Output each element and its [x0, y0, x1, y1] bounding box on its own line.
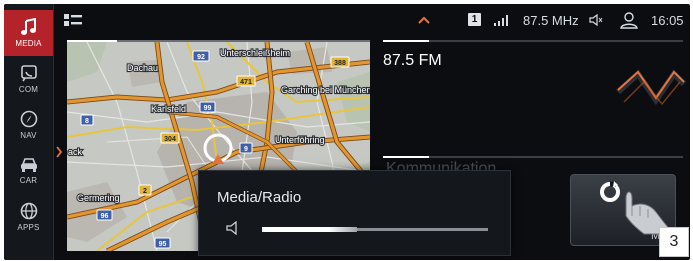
sidebar-item-apps[interactable]: APPS [4, 194, 53, 240]
road-shield: 9 [239, 142, 253, 154]
phone-icon [20, 65, 37, 82]
volume-slider-fill [262, 227, 357, 232]
radio-waveform-graphic [616, 69, 686, 106]
road-shield: 99 [199, 101, 216, 113]
car-icon [20, 158, 37, 172]
sidebar: MEDIA COM NAV CAR APPS [4, 4, 54, 260]
svg-text:99: 99 [204, 105, 212, 112]
globe-icon [20, 202, 37, 220]
sidebar-item-com[interactable]: COM [4, 56, 53, 102]
status-bar: 1 87.5 MHz 16:05 [53, 4, 690, 38]
chevron-right-icon[interactable] [55, 146, 63, 158]
svg-text:92: 92 [197, 54, 205, 61]
user-profile-icon[interactable] [619, 11, 639, 29]
road-shield: 304 [160, 132, 180, 144]
road-shield: 96 [96, 209, 113, 221]
radio-tile-header [383, 40, 683, 42]
map-label: Garching bei München [281, 85, 370, 95]
music-note-icon [20, 18, 36, 35]
road-shield: 92 [192, 50, 210, 62]
map-label: Unterföhring [275, 135, 325, 145]
road-shield: 8 [80, 114, 94, 126]
volume-slider[interactable] [262, 227, 488, 232]
speaker-icon[interactable] [589, 14, 603, 26]
station-name: 87.5 FM [383, 52, 442, 69]
svg-text:96: 96 [101, 213, 109, 220]
sidebar-item-car[interactable]: CAR [4, 148, 53, 194]
radio-widget[interactable]: 87.5 FM [380, 38, 686, 146]
sidebar-item-nav[interactable]: NAV [4, 102, 53, 148]
sidebar-item-label: CAR [19, 176, 38, 185]
signal-strength-icon [494, 15, 508, 26]
map-label: Karlsfeld [151, 104, 186, 114]
svg-text:8: 8 [85, 118, 89, 125]
figure-number: 3 [659, 227, 689, 257]
svg-text:9: 9 [244, 146, 248, 153]
chevron-up-icon[interactable] [418, 16, 430, 24]
preset-badge: 1 [468, 13, 481, 26]
speaker-icon [226, 221, 237, 235]
svg-text:471: 471 [240, 79, 252, 86]
sidebar-item-media[interactable]: MEDIA [4, 10, 53, 56]
map-label: Unterschleißheim [220, 48, 290, 58]
frequency-readout: 87.5 MHz [523, 13, 579, 28]
svg-text:95: 95 [159, 241, 167, 248]
map-label: ack [68, 147, 83, 157]
map-label: Germering [77, 193, 120, 203]
road-shield: 388 [330, 56, 350, 68]
comm-tile-header [383, 156, 683, 158]
road-shield: 95 [154, 237, 171, 249]
map-label: Dachau [127, 63, 158, 73]
sidebar-item-label: NAV [20, 131, 37, 140]
split-screen-menu-icon[interactable] [64, 14, 82, 26]
sidebar-item-label: APPS [17, 223, 40, 232]
road-shield: 2 [138, 184, 152, 196]
clock: 16:05 [651, 13, 684, 28]
popup-title: Media/Radio [217, 189, 302, 206]
svg-text:304: 304 [164, 136, 176, 143]
sidebar-item-label: COM [18, 85, 39, 94]
road-shield: 471 [236, 75, 256, 87]
idrive-screen: MEDIA COM NAV CAR APPS 1 87.5 MHz 16:05 … [4, 4, 690, 260]
compass-icon [20, 110, 37, 128]
sidebar-item-label: MEDIA [15, 39, 42, 48]
volume-popup: Media/Radio [198, 170, 511, 256]
svg-text:388: 388 [334, 60, 346, 67]
svg-text:2: 2 [143, 188, 147, 195]
